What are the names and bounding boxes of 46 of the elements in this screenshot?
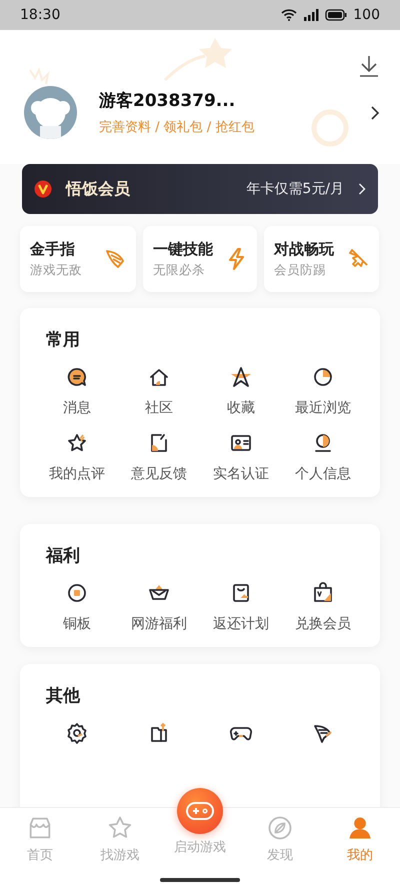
gear-icon (65, 721, 89, 745)
menu-item-label[interactable]: 消息 (63, 399, 91, 417)
wifi-icon (281, 9, 298, 21)
perk-title: 对战畅玩 (274, 240, 335, 258)
vip-title: 悟饭会员 (66, 178, 131, 200)
launch-game-button[interactable] (177, 788, 223, 834)
vip-offer: 年卡仅需5元/月 (246, 180, 344, 198)
menu-item-label[interactable]: 兑换会员 (295, 615, 351, 633)
compass-icon (266, 814, 294, 842)
section-title: 其他 (45, 685, 82, 707)
menu-item-label[interactable]: 铜板 (63, 615, 91, 633)
gamepad-icon (185, 801, 215, 821)
status-time: 18:30 (20, 7, 60, 23)
menu-item-label[interactable]: 返还计划 (213, 615, 269, 633)
star-icon (229, 365, 253, 389)
perk-subtitle: 会员防踢 (274, 262, 327, 278)
bag-icon (311, 581, 335, 605)
chevron-right-icon (358, 182, 366, 196)
signal-icon (303, 9, 320, 21)
clock-icon (311, 365, 335, 389)
menu-item-label[interactable]: 收藏 (227, 399, 255, 417)
battery-icon (325, 9, 348, 21)
vip-badge-icon (34, 180, 52, 198)
perk-card[interactable]: 金手指 游戏无敌 (20, 226, 136, 292)
chevron-right-icon[interactable] (370, 104, 380, 120)
section-title: 常用 (45, 329, 81, 351)
chat-icon (65, 365, 89, 389)
vip-banner[interactable]: 悟饭会员 年卡仅需5元/月 (22, 164, 378, 214)
perk-title: 金手指 (30, 240, 76, 258)
battery-level: 100 (353, 7, 380, 23)
perk-subtitle: 无限必杀 (153, 262, 206, 278)
menu-item-label[interactable]: 网游福利 (131, 615, 187, 633)
perk-title: 一键技能 (153, 240, 214, 258)
user-name: 游客2038379... (99, 90, 236, 112)
menu-item-label[interactable]: 最近浏览 (295, 399, 351, 417)
perk-subtitle: 游戏无敌 (30, 262, 83, 278)
menu-item-label[interactable]: 我的点评 (49, 465, 105, 483)
menu-item-label[interactable]: 社区 (145, 399, 173, 417)
menu-item-label[interactable]: 个人信息 (295, 465, 351, 483)
section-title: 福利 (44, 545, 81, 567)
coin-icon (65, 581, 89, 605)
menu-item-label[interactable]: 意见反馈 (131, 465, 187, 483)
download-icon[interactable] (358, 54, 380, 78)
menu-item-label[interactable]: 实名认证 (213, 465, 269, 483)
perk-card[interactable]: 一键技能 无限必杀 (143, 226, 257, 292)
perk-card[interactable]: 对战畅玩 会员防踢 (264, 226, 379, 292)
